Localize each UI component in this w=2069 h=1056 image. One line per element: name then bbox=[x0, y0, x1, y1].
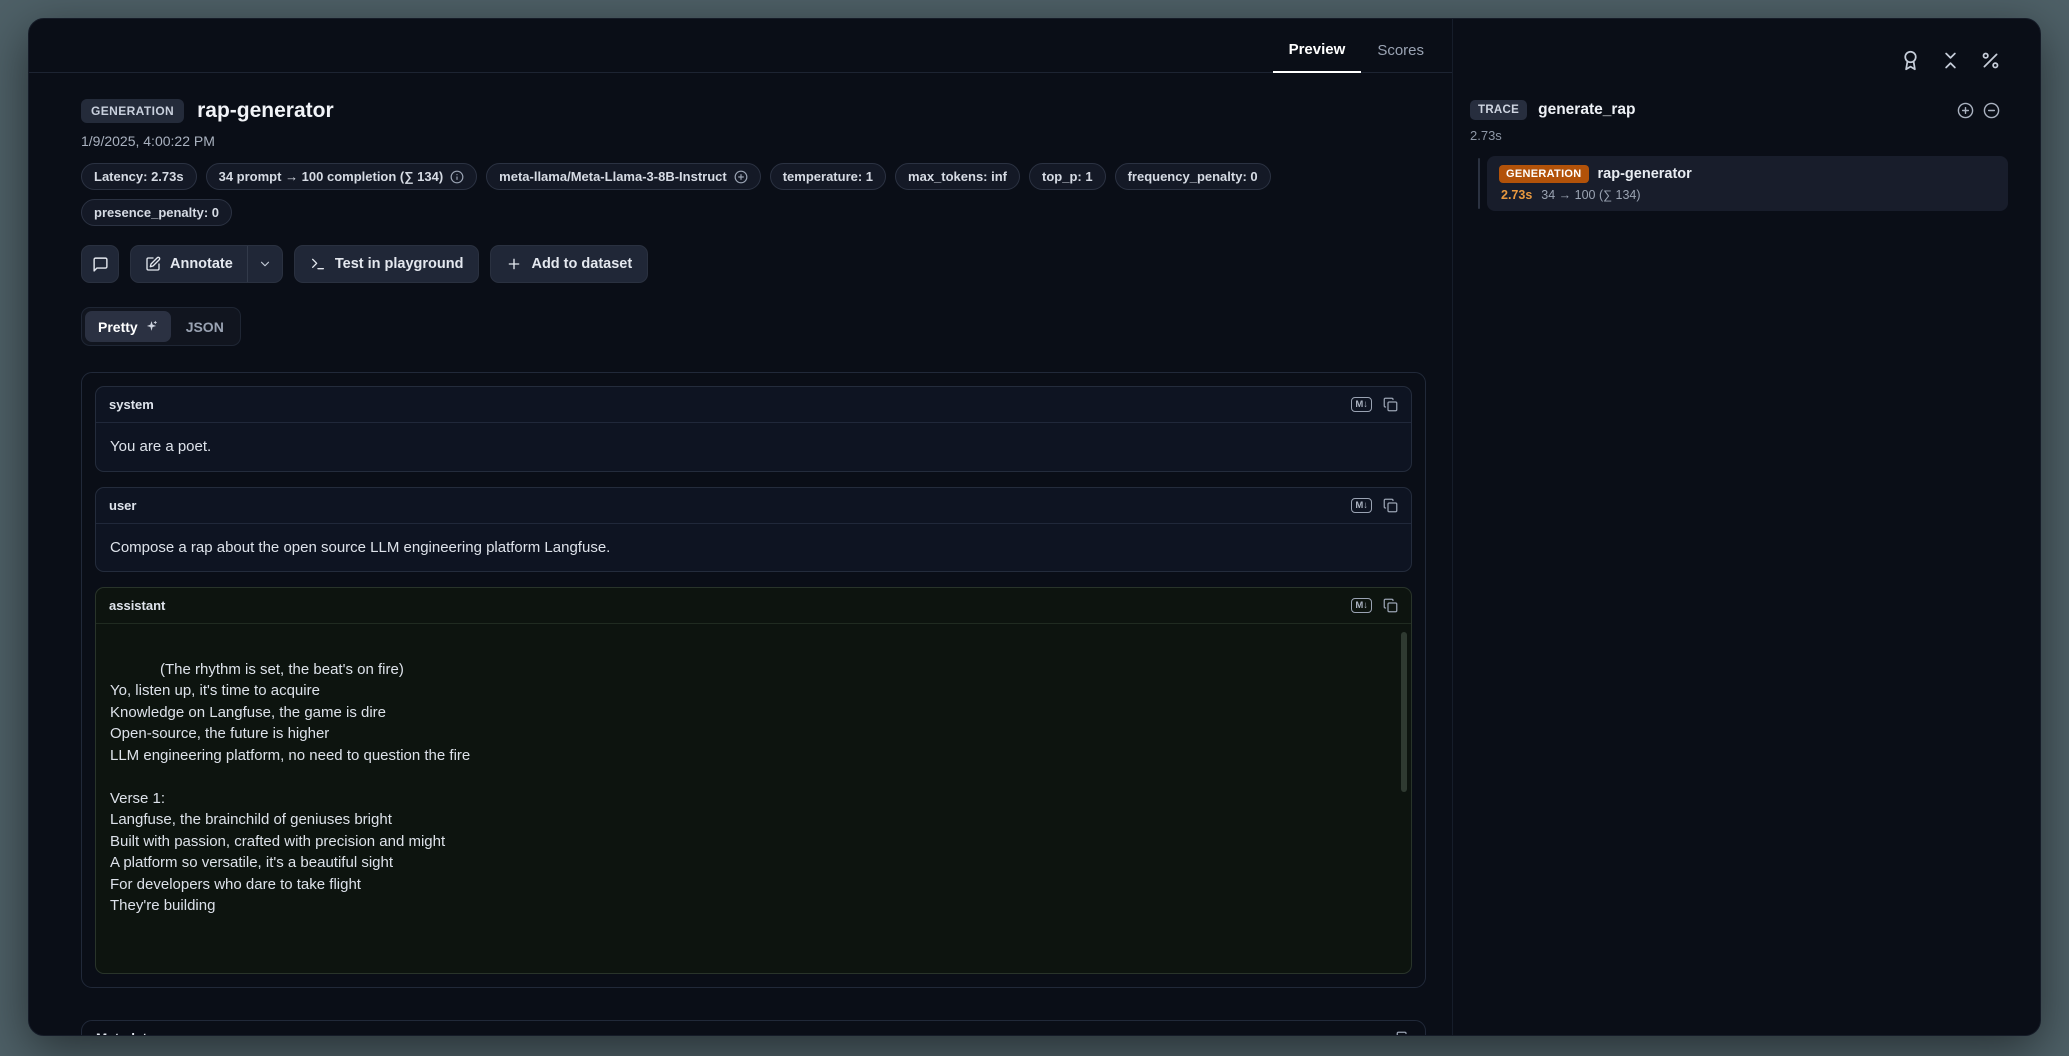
test-in-playground-button[interactable]: Test in playground bbox=[294, 245, 480, 283]
annotate-button[interactable]: Annotate bbox=[131, 246, 247, 282]
percent-icon bbox=[1980, 50, 2001, 71]
max-tokens-pill: max_tokens: inf bbox=[895, 163, 1020, 190]
user-role-label: user bbox=[109, 498, 136, 513]
copy-button[interactable] bbox=[1396, 1031, 1411, 1035]
observation-title: rap-generator bbox=[197, 99, 334, 123]
markdown-toggle-button[interactable]: M↓ bbox=[1351, 598, 1372, 613]
json-toggle[interactable]: JSON bbox=[173, 311, 237, 342]
observation-content: GENERATION rap-generator 1/9/2025, 4:00:… bbox=[29, 73, 1452, 1035]
assistant-message-card: assistant M↓ (The rhythm is set, the bea… bbox=[95, 587, 1412, 974]
copy-button[interactable] bbox=[1383, 498, 1398, 513]
collapse-all-nodes-button[interactable] bbox=[1935, 45, 1966, 76]
assistant-message-content: (The rhythm is set, the beat's on fire) … bbox=[96, 624, 1411, 973]
assistant-role-label: assistant bbox=[109, 598, 165, 613]
award-badge-button[interactable] bbox=[1895, 45, 1926, 76]
expand-all-button[interactable] bbox=[1957, 102, 1974, 119]
plus-icon bbox=[506, 256, 522, 272]
copy-button[interactable] bbox=[1383, 598, 1398, 613]
scrollbar-thumb[interactable] bbox=[1401, 632, 1407, 792]
trace-tree-sidebar: TRACE generate_rap 2.73s GENERATION rap-… bbox=[1453, 19, 2040, 1035]
add-to-dataset-button[interactable]: Add to dataset bbox=[490, 245, 648, 283]
copy-button[interactable] bbox=[1383, 397, 1398, 412]
markdown-toggle-button[interactable]: M↓ bbox=[1351, 397, 1372, 412]
system-role-label: system bbox=[109, 397, 154, 412]
metadata-card: Metadata { category: "rap" } bbox=[81, 1020, 1426, 1036]
collapse-tree-button[interactable] bbox=[1983, 102, 2000, 119]
terminal-icon bbox=[310, 256, 326, 272]
io-messages-wrapper: system M↓ You are a poet. user M↓ bbox=[81, 372, 1426, 988]
trace-title: generate_rap bbox=[1538, 101, 1635, 119]
temperature-pill: temperature: 1 bbox=[770, 163, 886, 190]
tab-scores[interactable]: Scores bbox=[1361, 32, 1440, 72]
observation-main-column: Preview Scores GENERATION rap-generator … bbox=[29, 19, 1453, 1035]
model-pill: meta-llama/Meta-Llama-3-8B-Instruct bbox=[486, 163, 761, 190]
annotate-dropdown-button[interactable] bbox=[247, 246, 282, 282]
trace-detail-panel: Preview Scores GENERATION rap-generator … bbox=[28, 18, 2041, 1036]
observation-type-badge: GENERATION bbox=[81, 99, 184, 123]
observation-timestamp: 1/9/2025, 4:00:22 PM bbox=[81, 133, 1426, 149]
edit-pencil-icon bbox=[145, 256, 161, 272]
pretty-toggle[interactable]: Pretty bbox=[85, 311, 171, 342]
tree-node-generation[interactable]: GENERATION rap-generator 2.73s 34 → 100 … bbox=[1487, 156, 2008, 211]
observation-pills: Latency: 2.73s 34 prompt → 100 completio… bbox=[81, 163, 1426, 226]
tab-preview[interactable]: Preview bbox=[1273, 31, 1362, 73]
system-message-content: You are a poet. bbox=[96, 423, 1411, 471]
pretty-json-toggle: Pretty JSON bbox=[81, 307, 241, 346]
tree-guide-line bbox=[1478, 158, 1480, 209]
presence-penalty-pill: presence_penalty: 0 bbox=[81, 199, 232, 226]
observation-tree: GENERATION rap-generator 2.73s 34 → 100 … bbox=[1453, 156, 2040, 211]
tree-node-tokens: 34 → 100 (∑ 134) bbox=[1541, 188, 1640, 202]
markdown-toggle-button[interactable]: M↓ bbox=[1351, 498, 1372, 513]
percent-toggle-button[interactable] bbox=[1975, 45, 2006, 76]
metadata-title: Metadata bbox=[96, 1031, 155, 1035]
latency-pill: Latency: 2.73s bbox=[81, 163, 197, 190]
tree-node-title: rap-generator bbox=[1598, 166, 1692, 182]
top-p-pill: top_p: 1 bbox=[1029, 163, 1106, 190]
user-message-content: Compose a rap about the open source LLM … bbox=[96, 524, 1411, 572]
trace-header-row: TRACE generate_rap bbox=[1453, 100, 2040, 120]
frequency-penalty-pill: frequency_penalty: 0 bbox=[1115, 163, 1271, 190]
sidebar-toolbar bbox=[1453, 19, 2040, 76]
system-message-card: system M↓ You are a poet. bbox=[95, 386, 1412, 472]
sparkles-icon bbox=[145, 320, 158, 333]
tree-node-latency: 2.73s bbox=[1501, 188, 1532, 202]
chevrons-collapse-icon bbox=[1940, 50, 1961, 71]
action-buttons-row: Annotate Test in playground Add to datas… bbox=[81, 245, 1426, 283]
annotate-split-button: Annotate bbox=[130, 245, 283, 283]
generation-type-badge: GENERATION bbox=[1499, 165, 1589, 183]
chevron-down-icon bbox=[258, 257, 272, 271]
user-message-card: user M↓ Compose a rap about the open sou… bbox=[95, 487, 1412, 573]
preview-scores-tabbar: Preview Scores bbox=[29, 19, 1452, 73]
award-icon bbox=[1900, 50, 1921, 71]
circle-plus-icon[interactable] bbox=[734, 170, 748, 184]
trace-type-badge: TRACE bbox=[1470, 100, 1527, 120]
info-icon[interactable] bbox=[450, 170, 464, 184]
comment-icon bbox=[92, 256, 109, 273]
token-usage-pill: 34 prompt → 100 completion (∑ 134) bbox=[206, 163, 478, 190]
comment-button[interactable] bbox=[81, 245, 119, 283]
trace-latency: 2.73s bbox=[1453, 128, 2040, 143]
